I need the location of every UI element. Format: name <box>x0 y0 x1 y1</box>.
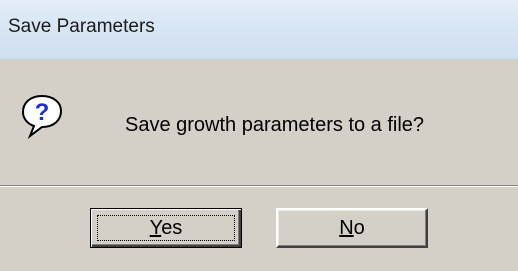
yes-button-label: Yes <box>149 216 183 239</box>
confirm-message: Save growth parameters to a file? <box>125 114 425 136</box>
yes-button[interactable]: Yes <box>90 208 242 248</box>
title-bar[interactable]: Save Parameters <box>0 0 518 59</box>
no-button-label: No <box>339 216 365 239</box>
dialog-body: ? Save growth parameters to a file? Yes … <box>0 59 518 271</box>
separator <box>0 185 518 187</box>
svg-text:?: ? <box>35 99 50 126</box>
question-icon: ? <box>21 94 63 139</box>
save-parameters-dialog: Save Parameters ? Save growth parameters… <box>0 0 518 271</box>
no-button[interactable]: No <box>276 208 428 248</box>
window-title: Save Parameters <box>8 16 155 37</box>
